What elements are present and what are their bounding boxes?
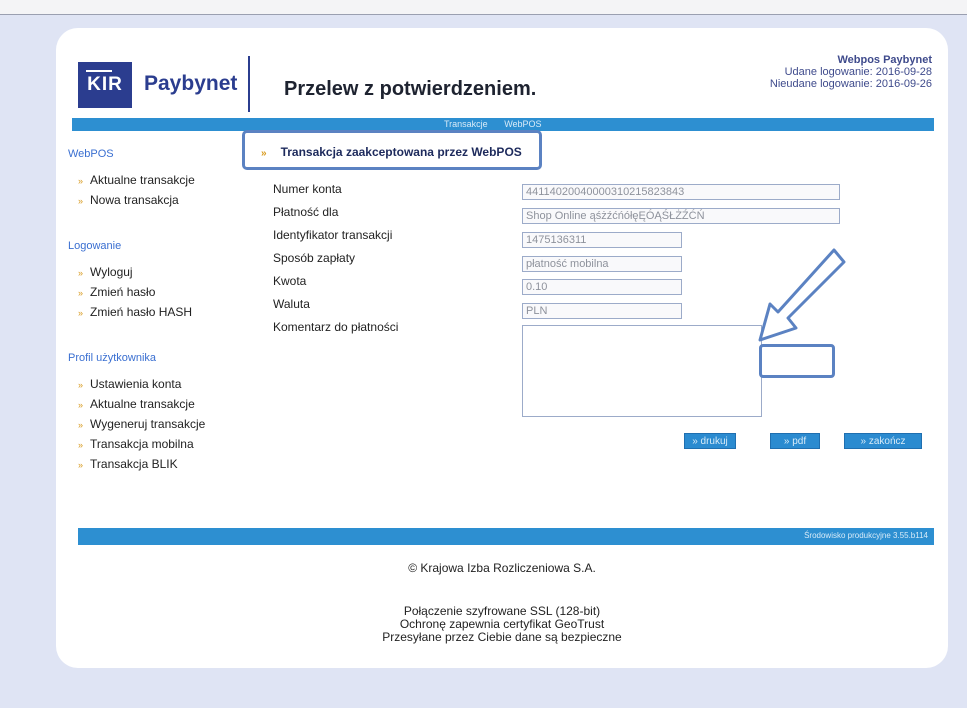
page-title: Przelew z potwierdzeniem.	[284, 78, 537, 100]
login-info: Webpos Paybynet Udane logowanie: 2016-09…	[770, 54, 932, 90]
currency-field[interactable]: PLN	[522, 303, 682, 319]
status-message: » Transakcja zaakceptowana przez WebPOS	[261, 145, 522, 159]
chevron-right-icon: »	[78, 400, 84, 410]
sidebar: WebPOS » Aktualne transakcje » Nowa transa…	[68, 148, 258, 476]
login-success-date: Udane logowanie: 2016-09-28	[784, 66, 932, 78]
nav-webpos[interactable]: WebPOS	[504, 119, 541, 129]
label-waluta: Waluta	[273, 297, 310, 311]
label-sposob-zaplaty: Sposób zapłaty	[273, 251, 356, 265]
chevron-right-icon: »	[261, 148, 267, 159]
chevron-right-icon: »	[78, 420, 84, 430]
transaction-id-field[interactable]: 1475136311	[522, 232, 682, 248]
nav-transakcje[interactable]: Transakcje	[444, 119, 488, 129]
chevron-right-icon: »	[78, 196, 84, 206]
chevron-right-icon: »	[78, 440, 84, 450]
label-kwota: Kwota	[273, 274, 307, 288]
sidebar-section-webpos: WebPOS	[68, 148, 114, 160]
kir-logo-mark: KIR	[78, 62, 132, 108]
payment-method-field[interactable]: płatność mobilna	[522, 256, 682, 272]
sidebar-item-zmien-haslo-hash[interactable]: » Zmień hasło HASH	[78, 304, 258, 321]
pdf-button[interactable]: » pdf	[770, 433, 820, 449]
amount-field[interactable]: 0.10	[522, 279, 682, 295]
print-button[interactable]: » drukuj	[684, 433, 736, 449]
label-platnosc-dla: Płatność dla	[273, 205, 339, 219]
user-name: Webpos Paybynet	[837, 54, 932, 66]
comment-textarea[interactable]	[522, 325, 762, 417]
account-number-field[interactable]: 44114020040000310215823843	[522, 184, 840, 200]
top-nav: Transakcje WebPOS	[444, 119, 556, 129]
sidebar-section-logowanie: Logowanie	[68, 240, 122, 252]
sidebar-item-wyloguj[interactable]: » Wyloguj	[78, 264, 258, 281]
sidebar-item-ustawienia-konta[interactable]: » Ustawienia konta	[78, 376, 258, 393]
sidebar-item-aktualne-transakcje-2[interactable]: » Aktualne transakcje	[78, 396, 258, 413]
chevron-right-icon: »	[78, 176, 84, 186]
chevron-right-icon: »	[78, 288, 84, 298]
finish-button[interactable]: » zakończ	[844, 433, 922, 449]
chevron-right-icon: »	[78, 460, 84, 470]
copyright: © Krajowa Izba Rozliczeniowa S.A.	[408, 561, 596, 575]
page-card: KIR Paybynet Przelew z potwierdzeniem. W…	[56, 28, 948, 668]
form-labels: Numer konta Płatność dla Identyfikator t…	[273, 182, 398, 343]
label-komentarz: Komentarz do płatności	[273, 320, 399, 334]
sidebar-section-profil: Profil użytkownika	[68, 352, 157, 364]
paybynet-logo-text: Paybynet	[144, 72, 238, 95]
sidebar-item-transakcja-mobilna[interactable]: » Transakcja mobilna	[78, 436, 258, 453]
sidebar-item-nowa-transakcja[interactable]: » Nowa transakcja	[78, 192, 258, 209]
ssl-info: Połączenie szyfrowane SSL (128-bit) Ochr…	[56, 605, 948, 644]
label-numer-konta: Numer konta	[273, 182, 342, 196]
label-identyfikator: Identyfikator transakcji	[273, 228, 393, 242]
sidebar-item-aktualne-transakcje[interactable]: » Aktualne transakcje	[78, 172, 258, 189]
sidebar-item-wygeneruj-transakcje[interactable]: » Wygeneruj transakcje	[78, 416, 258, 433]
chevron-right-icon: »	[78, 268, 84, 278]
payee-field[interactable]: Shop Online ąśżźćńółęĘÓĄŚŁŻŹĆŃ	[522, 208, 840, 224]
annotation-arrow-icon	[758, 248, 846, 342]
sidebar-item-transakcja-blik[interactable]: » Transakcja BLIK	[78, 456, 258, 473]
chevron-right-icon: »	[78, 308, 84, 318]
login-failed-date: Nieudane logowanie: 2016-09-26	[769, 78, 932, 90]
kir-logo-text: KIR	[87, 74, 123, 95]
photo-top-edge	[0, 0, 967, 15]
sidebar-item-zmien-haslo[interactable]: » Zmień hasło	[78, 284, 258, 301]
bottom-bar: Środowisko produkcyjne 3.55.b114	[78, 528, 934, 545]
annotation-small-box	[759, 344, 835, 378]
header-divider	[248, 56, 250, 112]
environment-label: Środowisko produkcyjne 3.55.b114	[804, 531, 928, 540]
kir-paybynet-logo[interactable]: KIR Paybynet	[78, 62, 240, 108]
chevron-right-icon: »	[78, 380, 84, 390]
ssl-line-3: Przesyłane przez Ciebie dane są bezpiecz…	[382, 630, 622, 644]
